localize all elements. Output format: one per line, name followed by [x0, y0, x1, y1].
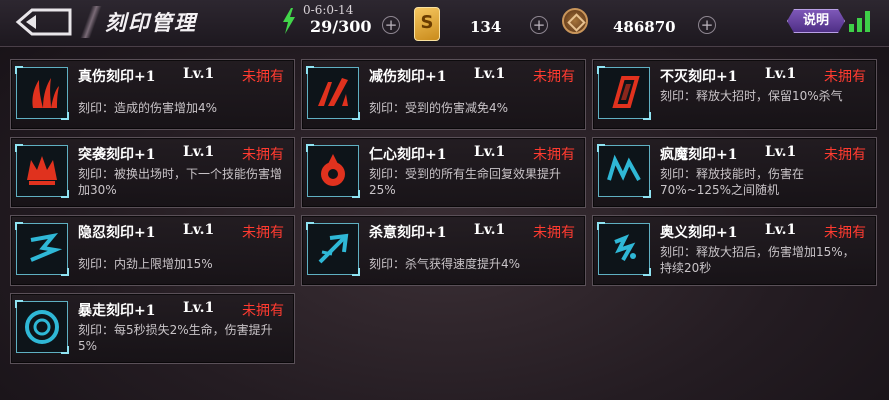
- page-title: 刻印管理: [105, 10, 197, 35]
- imprint-card-9[interactable]: 奥义刻印+1 Lv.1 未拥有 刻印：释放大招后，伤害增加15%，持续20秒: [592, 215, 877, 286]
- add-energy-button[interactable]: +: [382, 16, 400, 34]
- imprint-status: 未拥有: [533, 147, 575, 163]
- glyph-blue-icon: [30, 233, 63, 262]
- claw-red-icon: [32, 78, 59, 108]
- coin-value: 486870: [613, 18, 676, 36]
- imprint-card-5[interactable]: 仁心刻印+1 Lv.1 未拥有 刻印：受到的所有生命回复效果提升25%: [301, 137, 586, 208]
- imprint-level: Lv.1: [474, 144, 506, 160]
- imprint-status: 未拥有: [242, 225, 284, 241]
- imprint-description: 刻印：受到的伤害减免4%: [369, 101, 509, 115]
- imprint-description: 刻印：受到的所有生命回复效果提升25%: [369, 167, 562, 197]
- imprint-description: 刻印：每5秒损失2%生命，伤害提升5%: [78, 323, 273, 353]
- imprint-status: 未拥有: [824, 147, 866, 163]
- imprint-card-8[interactable]: 杀意刻印+1 Lv.1 未拥有 刻印：杀气获得速度提升4%: [301, 215, 586, 286]
- imprint-name: 不灭刻印+1: [660, 69, 738, 85]
- imprint-icon-frame: [15, 222, 69, 276]
- imprint-level: Lv.1: [474, 66, 506, 82]
- imprint-name: 疯魔刻印+1: [660, 147, 738, 163]
- add-coin-button[interactable]: +: [698, 16, 716, 34]
- imprint-description: 刻印：释放大招后，伤害增加15%，持续20秒: [660, 245, 855, 275]
- imprint-card-3[interactable]: 不灭刻印+1 Lv.1 未拥有 刻印：释放大招时，保留10%杀气: [592, 59, 877, 130]
- imprint-name: 减伤刻印+1: [369, 69, 447, 85]
- imprint-status: 未拥有: [533, 69, 575, 85]
- title-divider: [80, 6, 102, 38]
- arrow-blue-icon: [318, 233, 349, 264]
- imprint-status: 未拥有: [242, 303, 284, 319]
- imprint-level: Lv.1: [474, 222, 506, 238]
- imprint-description: 刻印：释放技能时，伤害在70%~125%之间随机: [660, 167, 805, 197]
- imprint-status: 未拥有: [824, 225, 866, 241]
- imprint-card-2[interactable]: 减伤刻印+1 Lv.1 未拥有 刻印：受到的伤害减免4%: [301, 59, 586, 130]
- imprint-name: 仁心刻印+1: [369, 147, 447, 163]
- imprint-status: 未拥有: [242, 147, 284, 163]
- imprint-icon-frame: [15, 144, 69, 198]
- imprint-icon-frame: [597, 222, 651, 276]
- coin-icon: [562, 8, 588, 34]
- add-card-button[interactable]: +: [530, 16, 548, 34]
- imprint-icon-frame: [597, 66, 651, 120]
- s-card-icon: S: [414, 7, 440, 41]
- imprint-card-10[interactable]: 暴走刻印+1 Lv.1 未拥有 刻印：每5秒损失2%生命，伤害提升5%: [10, 293, 295, 364]
- imprint-status: 未拥有: [533, 225, 575, 241]
- card-red-icon: [612, 76, 640, 108]
- heart-red-icon: [321, 154, 345, 186]
- help-button[interactable]: 说明: [787, 9, 845, 33]
- imprint-icon-frame: [597, 144, 651, 198]
- imprint-name: 隐忍刻印+1: [78, 225, 156, 241]
- energy-timer: 0-6:0-14: [303, 3, 354, 17]
- imprint-description: 刻印：杀气获得速度提升4%: [369, 257, 521, 271]
- slash-red-icon: [318, 78, 348, 106]
- imprint-level: Lv.1: [765, 144, 797, 160]
- imprint-icon-frame: [306, 144, 360, 198]
- ring-blue-icon: [25, 310, 59, 344]
- imprint-description: 刻印：造成的伤害增加4%: [78, 101, 218, 115]
- energy-value: 29/300: [310, 17, 372, 36]
- imprint-level: Lv.1: [183, 222, 215, 238]
- imprint-description: 刻印：释放大招时，保留10%杀气: [660, 89, 843, 103]
- imprint-level: Lv.1: [765, 66, 797, 82]
- imprint-level: Lv.1: [183, 144, 215, 160]
- imprint-status: 未拥有: [242, 69, 284, 85]
- imprint-card-7[interactable]: 隐忍刻印+1 Lv.1 未拥有 刻印：内劲上限增加15%: [10, 215, 295, 286]
- imprint-description: 刻印：内劲上限增加15%: [78, 257, 213, 271]
- imprint-icon-frame: [306, 222, 360, 276]
- imprint-icon-frame: [306, 66, 360, 120]
- card-value: 134: [470, 18, 502, 36]
- imprint-name: 奥义刻印+1: [660, 225, 738, 241]
- imprint-name: 真伤刻印+1: [78, 69, 156, 85]
- top-bar: 刻印管理 0-6:0-14 29/300 + S 134 + 486870 + …: [0, 0, 889, 47]
- imprint-card-4[interactable]: 突袭刻印+1 Lv.1 未拥有 刻印：被换出场时，下一个技能伤害增加30%: [10, 137, 295, 208]
- imprint-icon-frame: [15, 66, 69, 120]
- zigzag-blue-icon: [607, 154, 641, 181]
- lightning-icon: [283, 8, 295, 34]
- imprint-level: Lv.1: [183, 300, 215, 316]
- rune-blue-icon: [614, 234, 636, 261]
- imprint-icon-frame: [15, 300, 69, 354]
- imprint-name: 突袭刻印+1: [78, 147, 156, 163]
- imprint-description: 刻印：被换出场时，下一个技能伤害增加30%: [78, 167, 283, 197]
- imprint-level: Lv.1: [183, 66, 215, 82]
- crown-red-icon: [27, 156, 57, 185]
- imprint-card-1[interactable]: 真伤刻印+1 Lv.1 未拥有 刻印：造成的伤害增加4%: [10, 59, 295, 130]
- back-arrow-icon[interactable]: [12, 7, 74, 37]
- imprint-card-6[interactable]: 疯魔刻印+1 Lv.1 未拥有 刻印：释放技能时，伤害在70%~125%之间随机: [592, 137, 877, 208]
- imprint-level: Lv.1: [765, 222, 797, 238]
- signal-icon: [849, 10, 873, 32]
- imprint-name: 杀意刻印+1: [369, 225, 447, 241]
- imprint-name: 暴走刻印+1: [78, 303, 156, 319]
- imprint-status: 未拥有: [824, 69, 866, 85]
